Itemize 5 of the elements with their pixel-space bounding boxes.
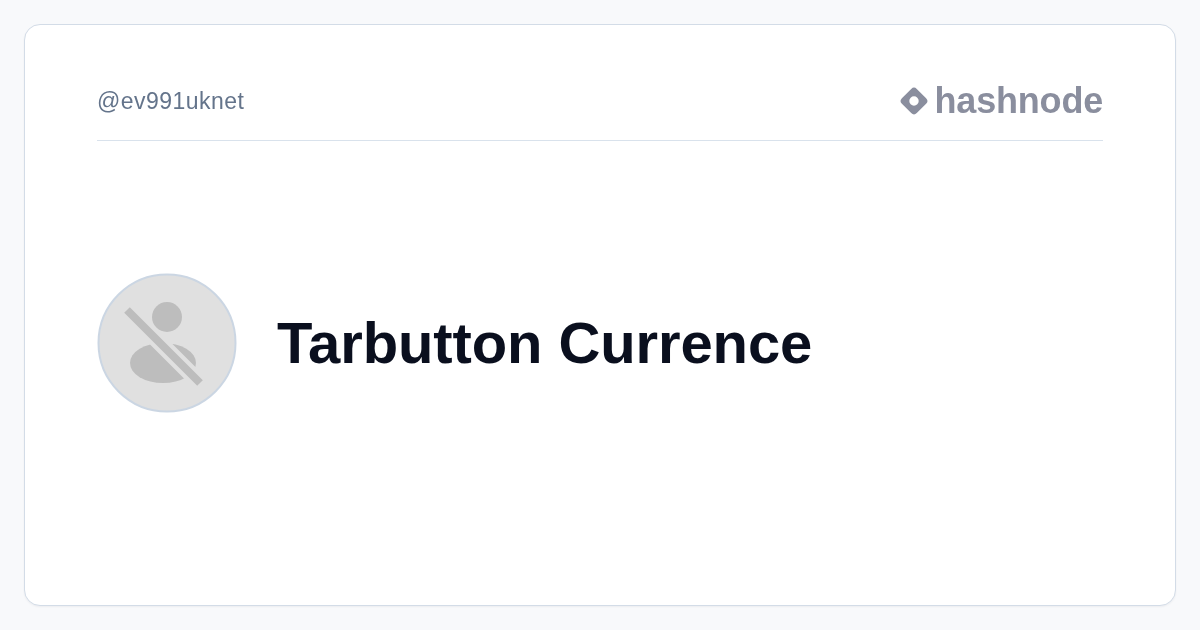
- user-slash-icon: [97, 273, 237, 413]
- brand-name: hashnode: [934, 81, 1103, 121]
- author-name: Tarbutton Currence: [277, 309, 813, 377]
- diamond-logo-icon: [899, 87, 928, 115]
- user-handle: @ev991uknet: [97, 87, 245, 115]
